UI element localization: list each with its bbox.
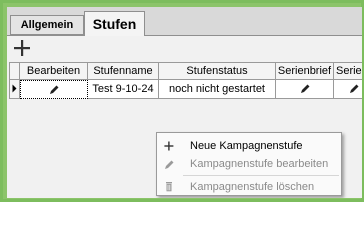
column-header-serienbrief[interactable]: Serienbrief <box>276 62 334 80</box>
row-pointer-icon <box>12 84 17 93</box>
stages-grid: Bearbeiten Stufenname Stufenstatus Serie… <box>7 60 362 100</box>
tab-allgemein[interactable]: Allgemein <box>10 15 84 35</box>
serial-letter-cell[interactable] <box>276 80 334 99</box>
tab-strip: Allgemein Stufen <box>7 7 362 36</box>
column-header-serien[interactable]: Serien- <box>334 62 362 80</box>
pencil-icon <box>350 84 359 94</box>
column-header-stufenstatus[interactable]: Stufenstatus <box>159 62 276 80</box>
column-header-stufenname[interactable]: Stufenname <box>88 62 159 80</box>
menu-separator <box>183 175 339 176</box>
menu-item-label: Kampagnenstufe löschen <box>190 181 315 193</box>
stage-status-cell[interactable]: noch nicht gestartet <box>159 80 276 99</box>
window-frame: Allgemein Stufen Bearbeiten Stufenname S… <box>0 0 364 202</box>
tab-stufen[interactable]: Stufen <box>84 11 145 36</box>
pencil-icon <box>50 85 59 95</box>
add-stage-button[interactable] <box>11 38 33 58</box>
menu-item-new-stage[interactable]: Neue Kampagnenstufe <box>158 137 340 155</box>
plus-icon <box>158 137 180 155</box>
menu-item-delete-stage[interactable]: Kampagnenstufe löschen <box>158 178 340 196</box>
serial-cell[interactable] <box>334 80 362 99</box>
pencil-icon <box>158 155 180 173</box>
stage-name-cell[interactable]: Test 9-10-24 <box>88 80 159 99</box>
grid-corner <box>9 62 20 80</box>
pencil-icon <box>300 84 309 94</box>
column-header-bearbeiten[interactable]: Bearbeiten <box>20 62 88 80</box>
menu-item-label: Kampagnenstufe bearbeiten <box>190 158 329 170</box>
trash-icon <box>158 178 180 196</box>
menu-item-label: Neue Kampagnenstufe <box>190 140 303 152</box>
row-indicator[interactable] <box>9 80 20 99</box>
edit-cell[interactable] <box>20 80 88 99</box>
context-menu: Neue Kampagnenstufe Kampagnenstufe bearb… <box>156 132 342 196</box>
menu-item-edit-stage[interactable]: Kampagnenstufe bearbeiten <box>158 155 340 173</box>
content-panel: Allgemein Stufen Bearbeiten Stufenname S… <box>7 7 362 198</box>
toolbar <box>7 36 362 60</box>
plus-icon <box>14 40 30 56</box>
